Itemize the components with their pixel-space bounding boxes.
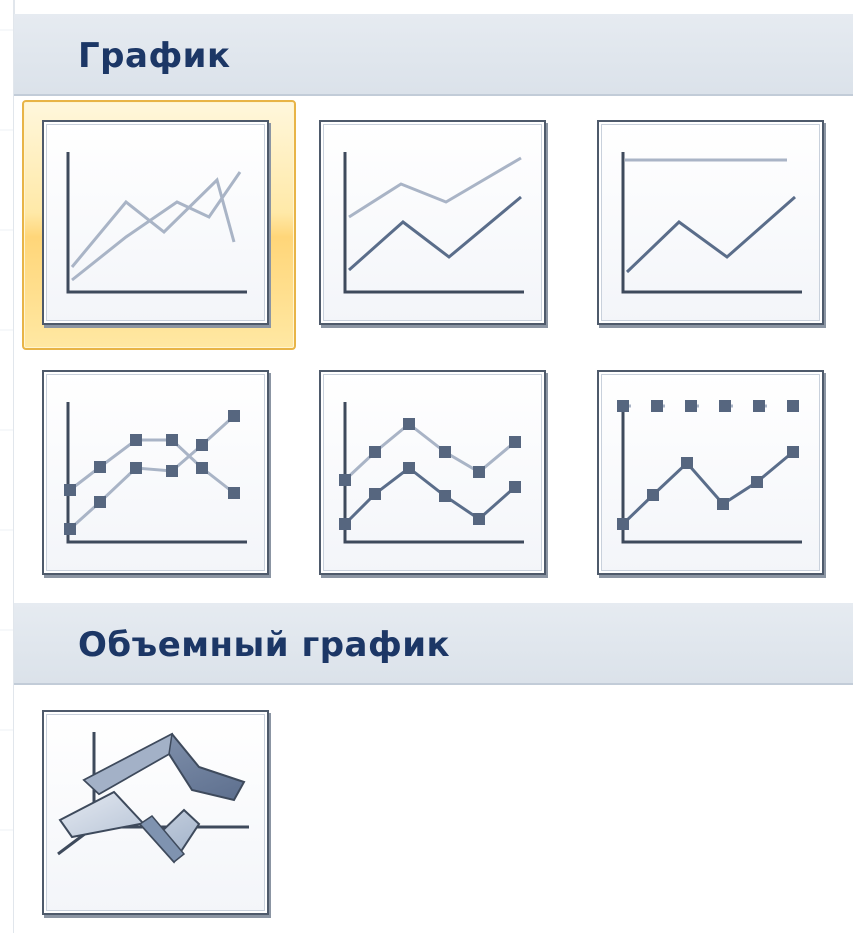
stacked-line-chart-button[interactable] <box>319 120 546 325</box>
chart-type-gallery: График Объемный график <box>0 0 853 933</box>
section-header-line: График <box>14 14 853 96</box>
section-header-3d-line: Объемный график <box>14 603 853 685</box>
3d-line-chart-button[interactable] <box>42 710 269 915</box>
100-percent-stacked-line-chart-icon <box>621 152 802 294</box>
stacked-line-chart-icon <box>343 152 524 294</box>
100-percent-stacked-line-with-markers-chart-button[interactable] <box>597 370 824 575</box>
section-title-line: График <box>78 36 231 76</box>
100-percent-stacked-line-with-markers-chart-icon <box>617 400 802 544</box>
stacked-line-with-markers-chart-button[interactable] <box>319 370 546 575</box>
line-with-markers-chart-icon <box>64 402 247 544</box>
line-chart-button[interactable] <box>42 120 269 325</box>
100-percent-stacked-line-chart-button[interactable] <box>597 120 824 325</box>
section-title-3d-line: Объемный график <box>78 625 451 665</box>
line-with-markers-chart-button[interactable] <box>42 370 269 575</box>
stacked-line-with-markers-chart-icon <box>339 402 524 544</box>
3d-line-chart-icon <box>57 732 249 864</box>
line-chart-icon <box>66 152 247 294</box>
